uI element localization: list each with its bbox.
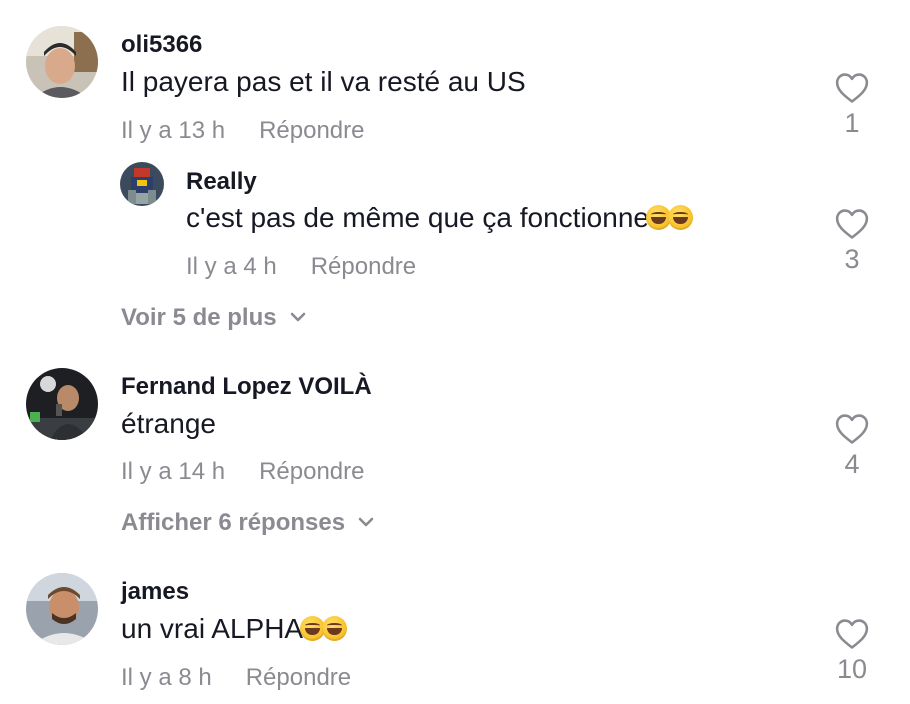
chevron-down-icon: [358, 517, 374, 527]
avatar[interactable]: [26, 26, 98, 98]
view-more-replies-button[interactable]: Voir 5 de plus: [121, 304, 307, 332]
reply-timestamp: Il y a 4 h: [186, 253, 277, 280]
rofl-emoji: [667, 205, 693, 230]
comment-text: étrange: [121, 408, 216, 439]
reply-button[interactable]: Répondre: [259, 117, 364, 144]
comment-text: Il payera pas et il va resté au US: [121, 66, 526, 97]
like-control: 3: [822, 208, 882, 275]
like-count: 4: [844, 449, 860, 479]
show-replies-button[interactable]: Afficher 6 réponses: [121, 509, 375, 537]
show-replies-label: Afficher 6 réponses: [121, 509, 346, 536]
comment-meta: Il y a 14 h Répondre: [121, 458, 364, 486]
reply-button[interactable]: Répondre: [246, 664, 351, 691]
avatar[interactable]: [120, 162, 164, 206]
reply-button[interactable]: Répondre: [259, 458, 364, 485]
avatar[interactable]: [26, 368, 98, 440]
view-more-label: Voir 5 de plus: [121, 304, 277, 331]
comment-meta: Il y a 8 h Répondre: [121, 664, 351, 692]
comment-timestamp: Il y a 8 h: [121, 664, 212, 691]
like-count: 1: [844, 108, 860, 138]
reply-username[interactable]: Really: [186, 168, 257, 196]
chevron-down-icon: [290, 312, 305, 322]
like-control: 1: [822, 72, 882, 139]
like-control: 4: [822, 413, 882, 480]
comment-username[interactable]: oli5366: [121, 31, 202, 59]
heart-outline-icon[interactable]: [835, 618, 869, 650]
heart-outline-icon[interactable]: [835, 413, 869, 445]
comment-timestamp: Il y a 14 h: [121, 458, 226, 485]
comment-meta: Il y a 13 h Répondre: [121, 117, 364, 145]
heart-outline-icon[interactable]: [835, 72, 869, 104]
avatar[interactable]: [26, 573, 98, 645]
like-count: 3: [844, 244, 860, 274]
like-control: 10: [822, 618, 882, 685]
reply-text: c'est pas de même que ça fonctionne: [186, 202, 693, 234]
like-count: 10: [836, 654, 868, 684]
heart-outline-icon[interactable]: [835, 208, 869, 240]
comment-timestamp: Il y a 13 h: [121, 117, 226, 144]
joy-emoji: [322, 616, 348, 641]
comment-text: un vrai ALPHA: [121, 613, 348, 645]
reply-meta: Il y a 4 h Répondre: [186, 253, 416, 281]
reply-button[interactable]: Répondre: [311, 253, 416, 280]
comment-username[interactable]: james: [121, 578, 189, 606]
comment-username[interactable]: Fernand Lopez VOILÀ: [121, 373, 372, 401]
